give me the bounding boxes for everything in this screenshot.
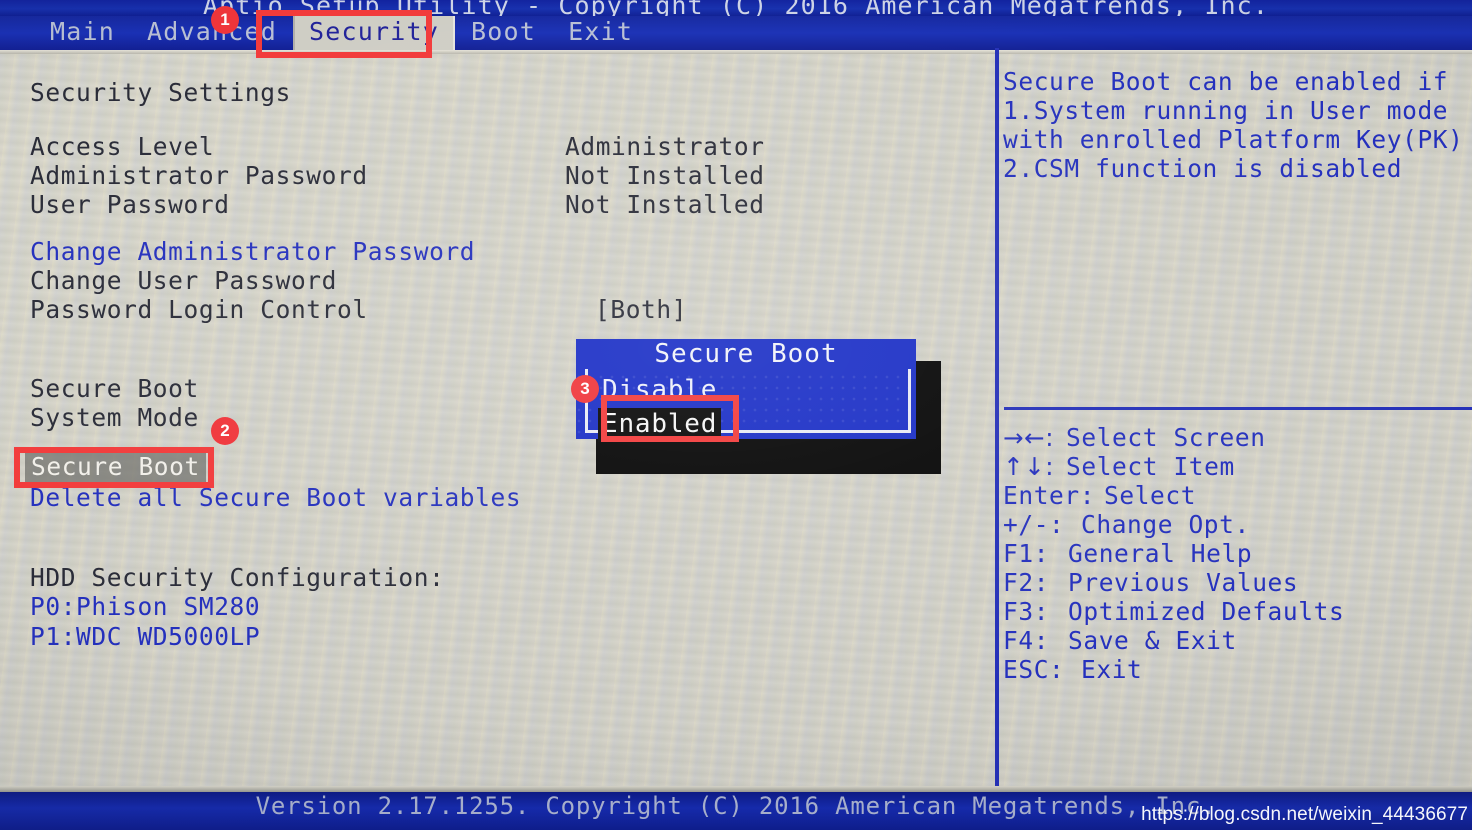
- annotation-box-secure-boot-item: [14, 447, 214, 488]
- key-select-screen-keys: →←:: [1003, 423, 1055, 452]
- label-secure-boot-status: Secure Boot: [30, 374, 199, 403]
- hdd-drive-p1[interactable]: P1:WDC WD5000LP: [30, 624, 260, 650]
- value-password-login-control: [Both]: [595, 295, 688, 324]
- row-label-access-level: Access Level: [30, 132, 215, 161]
- key-f2: F2:: [1003, 568, 1050, 597]
- tab-boot[interactable]: Boot: [455, 16, 552, 50]
- dialog-title-text: Secure Boot: [644, 339, 848, 369]
- annotation-badge-3: 3: [571, 375, 599, 403]
- tab-exit[interactable]: Exit: [552, 16, 649, 50]
- key-f1-action: General Help: [1068, 539, 1253, 568]
- key-f3: F3:: [1003, 597, 1050, 626]
- hdd-drive-p0[interactable]: P0:Phison SM280: [30, 594, 260, 620]
- key-f2-action: Previous Values: [1068, 568, 1299, 597]
- key-change-opt-action: Change Opt.: [1081, 510, 1250, 539]
- dialog-title: Secure Boot: [576, 339, 916, 369]
- watermark-url: https://blog.csdn.net/weixin_44436677: [1141, 804, 1468, 825]
- key-select-item-keys: ↑↓:: [1003, 452, 1055, 481]
- help-panel: Secure Boot can be enabled if 1.System r…: [1001, 54, 1472, 786]
- hdd-security-heading: HDD Security Configuration:: [30, 563, 445, 592]
- key-select-screen-action: Select Screen: [1066, 423, 1266, 452]
- help-line-3: with enrolled Platform Key(PK): [1003, 125, 1464, 154]
- action-change-administrator-password[interactable]: Change Administrator Password: [30, 239, 475, 265]
- annotation-badge-2: 2: [211, 417, 239, 445]
- panel-separator: [995, 48, 999, 790]
- key-f3-action: Optimized Defaults: [1068, 597, 1345, 626]
- key-enter: Enter:: [1003, 481, 1096, 510]
- key-esc: ESC:: [1003, 655, 1065, 684]
- annotation-badge-1: 1: [211, 6, 239, 34]
- key-select-item-action: Select Item: [1066, 452, 1235, 481]
- row-label-administrator-password: Administrator Password: [30, 161, 368, 190]
- action-delete-all-secure-boot-variables[interactable]: Delete all Secure Boot variables: [30, 485, 521, 511]
- help-line-2: 1.System running in User mode: [1003, 96, 1449, 125]
- row-value-access-level: Administrator: [565, 132, 765, 161]
- key-esc-action: Exit: [1081, 655, 1143, 684]
- help-line-1: Secure Boot can be enabled if: [1003, 67, 1449, 96]
- bios-setup-screen: Aptio Setup Utility - Copyright (C) 2016…: [0, 0, 1472, 830]
- annotation-box-enabled-option: [601, 395, 739, 442]
- annotation-box-security-tab: [256, 10, 432, 58]
- key-f1: F1:: [1003, 539, 1050, 568]
- help-line-4: 2.CSM function is disabled: [1003, 154, 1403, 183]
- key-f4-action: Save & Exit: [1068, 626, 1237, 655]
- key-enter-action: Select: [1104, 481, 1197, 510]
- action-password-login-control[interactable]: Password Login Control: [30, 297, 368, 323]
- page-title: Security Settings: [30, 78, 291, 107]
- key-f4: F4:: [1003, 626, 1050, 655]
- tab-main[interactable]: Main: [34, 16, 131, 50]
- row-value-user-password: Not Installed: [565, 190, 765, 219]
- row-value-administrator-password: Not Installed: [565, 161, 765, 190]
- row-label-user-password: User Password: [30, 190, 230, 219]
- label-system-mode: System Mode: [30, 403, 199, 432]
- key-change-opt: +/-:: [1003, 510, 1065, 539]
- action-change-user-password[interactable]: Change User Password: [30, 268, 337, 294]
